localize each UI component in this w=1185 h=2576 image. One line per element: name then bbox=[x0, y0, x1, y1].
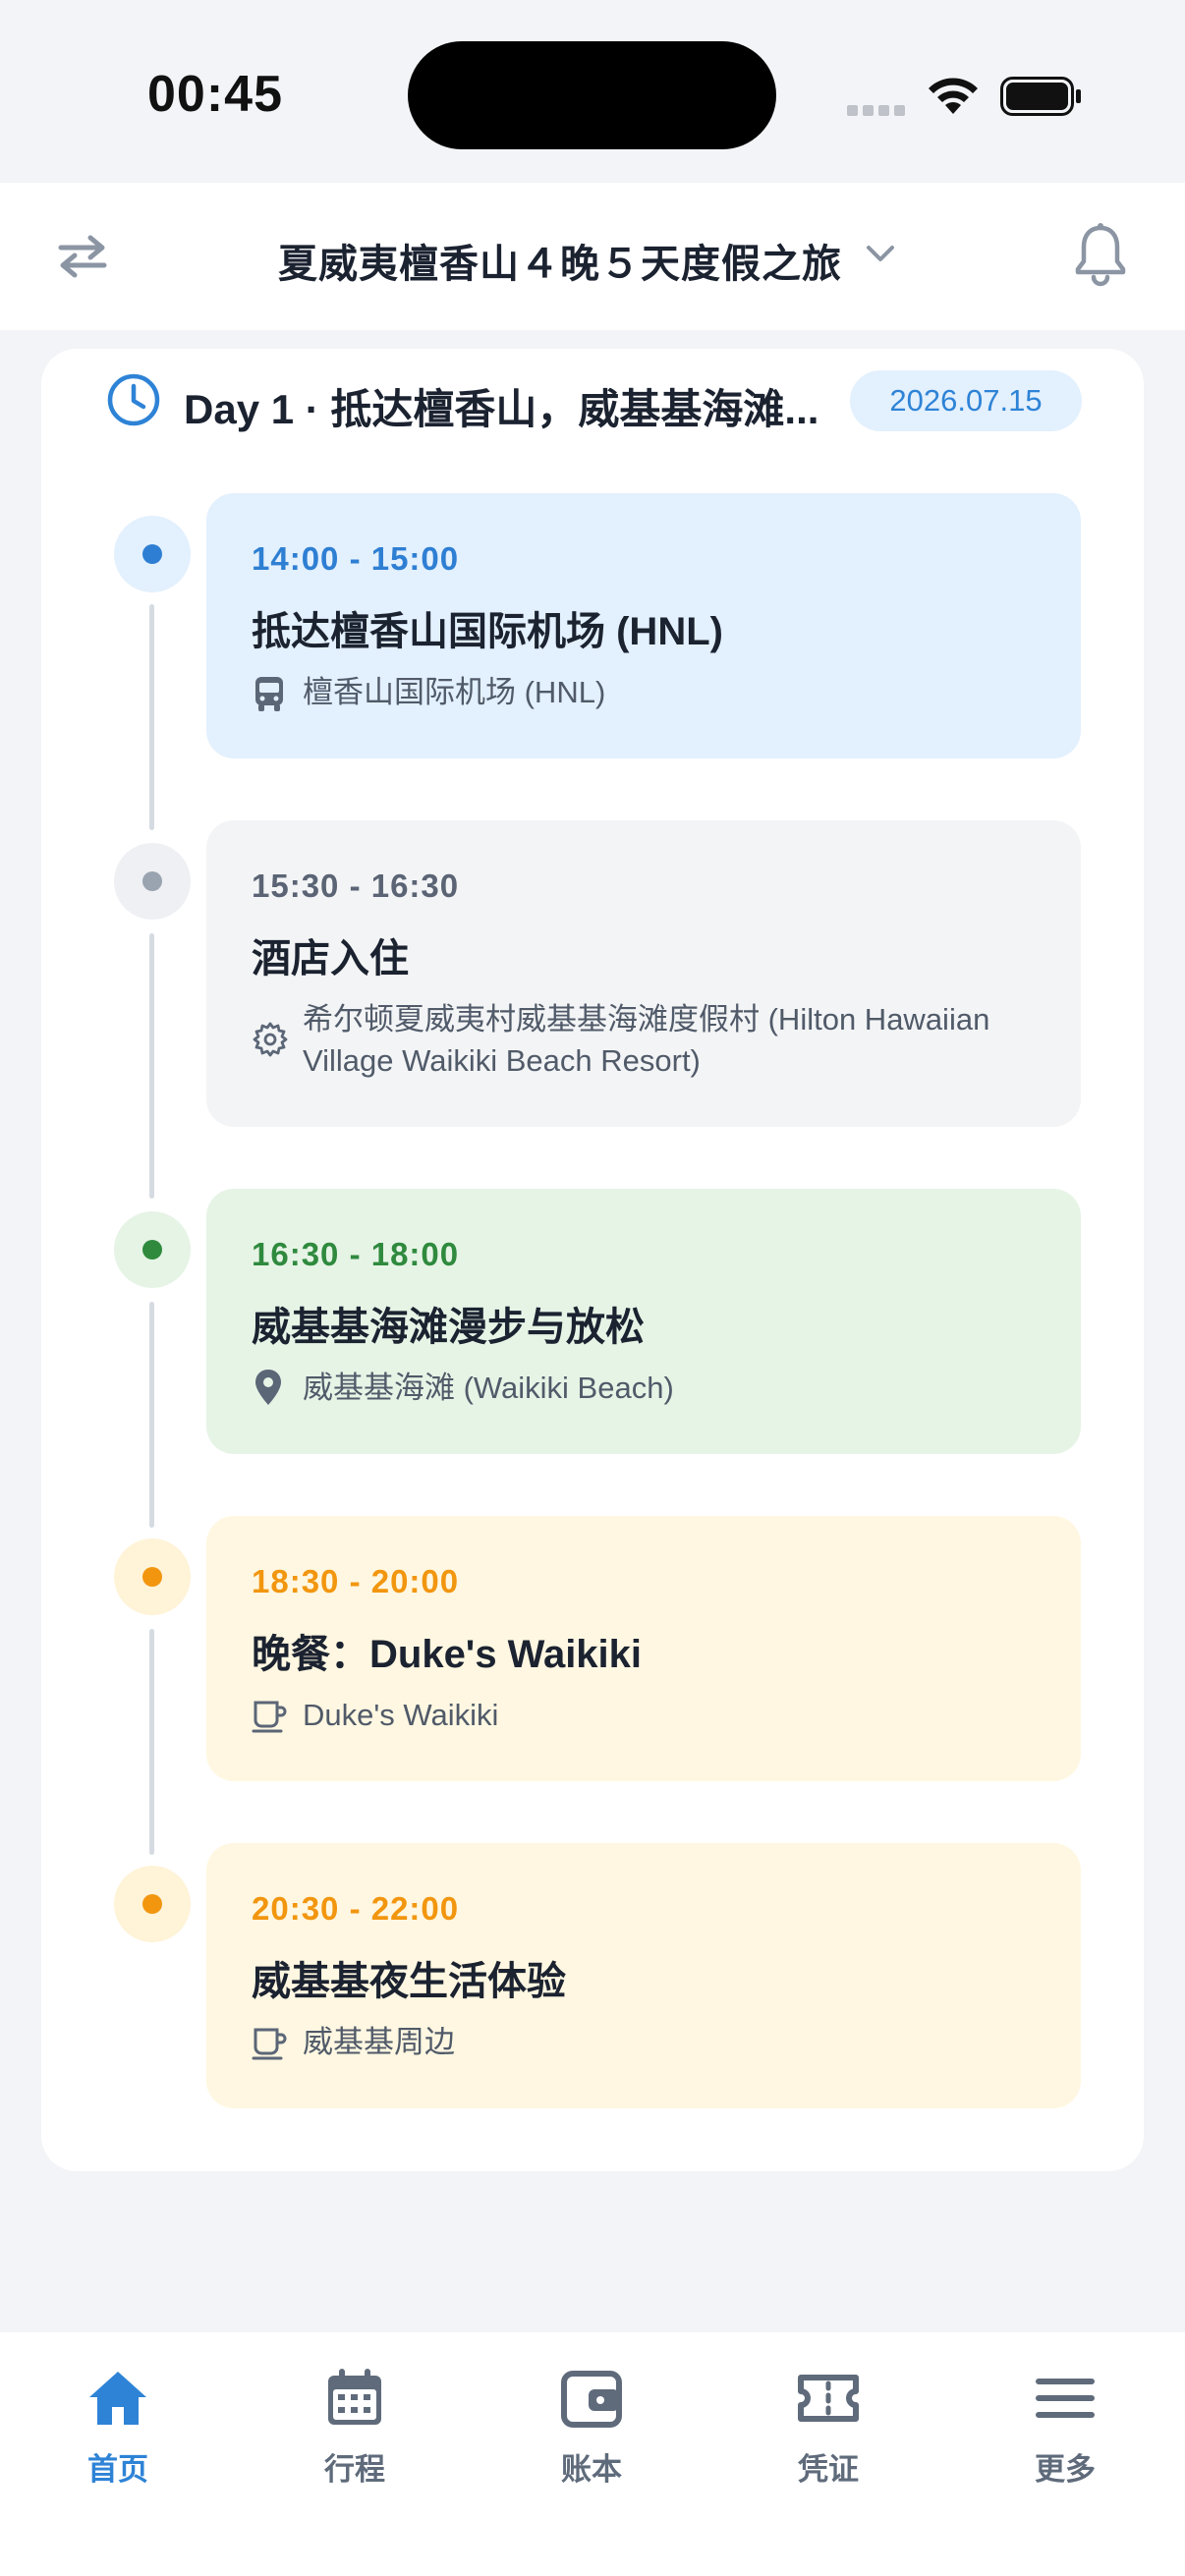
map-pin-icon bbox=[255, 1370, 281, 1405]
wallet-icon bbox=[561, 2371, 622, 2428]
home-icon bbox=[89, 2372, 146, 2425]
status-bar: 00:45 bbox=[0, 0, 1185, 183]
event-time: 20:30 - 22:00 bbox=[252, 1890, 460, 1927]
tab-label: 凭证 bbox=[798, 2452, 859, 2487]
event-card[interactable]: 14:00 - 15:00 抵达檀香山国际机场 (HNL) 檀香山国际机场 (H… bbox=[206, 493, 1081, 758]
timeline-dot bbox=[114, 1866, 191, 1942]
event-location: Duke's Waikiki bbox=[303, 1698, 499, 1732]
event-time: 18:30 - 20:00 bbox=[252, 1563, 460, 1599]
calendar-icon bbox=[328, 2369, 381, 2425]
trip-title[interactable]: 夏威夷檀香山４晚５天度假之旅 bbox=[278, 232, 842, 289]
timeline-connector bbox=[149, 1629, 154, 1855]
event-title: 抵达檀香山国际机场 (HNL) bbox=[252, 610, 723, 653]
event-time: 14:00 - 15:00 bbox=[252, 540, 460, 577]
timeline-connector bbox=[149, 1302, 154, 1528]
status-time: 00:45 bbox=[147, 66, 283, 123]
day-title: Day 1 · 抵达檀香山，威基基海滩... bbox=[184, 386, 819, 432]
bell-icon[interactable] bbox=[1071, 222, 1130, 287]
bus-icon bbox=[255, 677, 283, 711]
event-card[interactable]: 15:30 - 16:30 酒店入住 希尔顿夏威夷村威基基海滩度假村 (Hilt… bbox=[206, 820, 1081, 1127]
timeline-dot bbox=[114, 516, 191, 592]
event-card[interactable]: 16:30 - 18:00 威基基海滩漫步与放松 威基基海滩 (Waikiki … bbox=[206, 1189, 1081, 1454]
event-title: 威基基海滩漫步与放松 bbox=[252, 1306, 645, 1349]
event-title: 晚餐：Duke's Waikiki bbox=[252, 1633, 643, 1676]
event-time: 16:30 - 18:00 bbox=[252, 1236, 460, 1272]
event-time: 15:30 - 16:30 bbox=[252, 868, 460, 904]
timeline-connector bbox=[149, 604, 154, 830]
timeline-dot bbox=[114, 1211, 191, 1288]
gear-icon bbox=[253, 1022, 288, 1057]
event-location: 檀香山国际机场 (HNL) bbox=[303, 675, 606, 709]
chevron-down-icon[interactable] bbox=[863, 242, 898, 265]
tab-label: 首页 bbox=[87, 2452, 148, 2487]
tab-itinerary[interactable]: 行程 bbox=[286, 2366, 423, 2489]
event-location: 威基基海滩 (Waikiki Beach) bbox=[303, 1371, 674, 1405]
wifi-icon bbox=[929, 78, 978, 114]
status-icons bbox=[847, 71, 1083, 120]
coffee-cup-icon bbox=[252, 2028, 287, 2060]
tab-label: 更多 bbox=[1035, 2452, 1096, 2487]
event-title: 威基基夜生活体验 bbox=[252, 1960, 566, 2003]
tab-ledger[interactable]: 账本 bbox=[523, 2366, 660, 2489]
tab-more[interactable]: 更多 bbox=[996, 2366, 1134, 2489]
event-card[interactable]: 20:30 - 22:00 威基基夜生活体验 威基基周边 bbox=[206, 1843, 1081, 2108]
day-card: Day 1 · 抵达檀香山，威基基海滩... 2026.07.15 14:00 … bbox=[41, 349, 1144, 2171]
swap-trip-icon[interactable] bbox=[55, 232, 110, 281]
ticket-icon bbox=[798, 2375, 859, 2422]
signal-icon bbox=[847, 103, 910, 121]
tab-voucher[interactable]: 凭证 bbox=[760, 2366, 897, 2489]
event-location: 希尔顿夏威夷村威基基海滩度假村 (Hilton Hawaiian Village… bbox=[303, 1002, 990, 1078]
event-card[interactable]: 18:30 - 20:00 晚餐：Duke's Waikiki Duke's W… bbox=[206, 1516, 1081, 1781]
timeline-dot bbox=[114, 843, 191, 920]
timeline-dot bbox=[114, 1539, 191, 1615]
app-header: 夏威夷檀香山４晚５天度假之旅 bbox=[0, 183, 1185, 330]
tab-label: 账本 bbox=[561, 2452, 622, 2487]
event-title: 酒店入住 bbox=[252, 937, 409, 980]
tab-label: 行程 bbox=[324, 2452, 385, 2487]
battery-icon bbox=[1000, 77, 1081, 116]
bottom-tab-bar: 首页 行程 账本 凭证 更多 bbox=[0, 2332, 1185, 2576]
timeline-connector bbox=[149, 933, 154, 1199]
date-badge: 2026.07.15 bbox=[850, 370, 1082, 431]
dynamic-island bbox=[408, 41, 776, 149]
menu-icon bbox=[1036, 2379, 1095, 2418]
event-location: 威基基周边 bbox=[303, 2025, 455, 2059]
tab-home[interactable]: 首页 bbox=[49, 2366, 187, 2489]
clock-icon bbox=[107, 373, 160, 426]
coffee-cup-icon bbox=[252, 1701, 287, 1733]
